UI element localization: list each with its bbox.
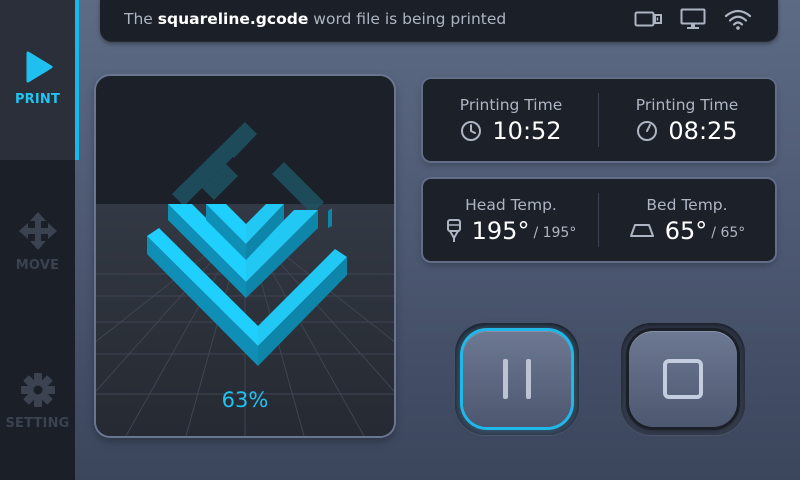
remaining-time-value: 08:25 — [668, 117, 738, 145]
time-card: Printing Time 10:52 Printing Time 08:25 — [423, 79, 775, 161]
elapsed-time-value: 10:52 — [492, 117, 562, 145]
stop-button[interactable] — [621, 323, 745, 435]
head-temp-target: / 195° — [533, 225, 577, 241]
nav-setting-label: SETTING — [5, 416, 70, 431]
remaining-time: Printing Time 08:25 — [599, 79, 775, 161]
nav-move[interactable]: MOVE — [0, 160, 75, 320]
status-prefix: The — [124, 10, 153, 28]
head-temp-value: 195° — [471, 217, 530, 245]
print-preview: 63% — [96, 76, 394, 436]
clock-remaining-icon — [637, 121, 658, 141]
bed-temp-target: / 65° — [711, 225, 746, 241]
status-message: The squareline.gcode word file is being … — [124, 10, 506, 28]
pause-button[interactable] — [455, 323, 579, 435]
elapsed-time: Printing Time 10:52 — [423, 79, 599, 161]
nav-print[interactable]: PRINT — [0, 0, 75, 160]
remaining-time-title: Printing Time — [635, 96, 739, 114]
elapsed-time-title: Printing Time — [459, 96, 563, 114]
head-temp-title: Head Temp. — [465, 196, 557, 214]
sidebar: PRINT MOVE SETTING — [0, 0, 75, 480]
stop-icon — [663, 359, 703, 399]
pause-icon — [503, 359, 531, 399]
nozzle-icon — [446, 219, 461, 242]
bed-icon — [629, 224, 654, 237]
squareline-logo-model — [147, 122, 347, 366]
clock-icon — [461, 121, 482, 141]
bed-temp-title: Bed Temp. — [646, 196, 728, 214]
status-filename: squareline.gcode — [157, 10, 309, 28]
active-indicator — [75, 0, 79, 160]
progress-percent: 63% — [221, 388, 269, 412]
nav-move-label: MOVE — [15, 258, 60, 273]
nav-setting[interactable]: SETTING — [0, 320, 75, 480]
status-bar: The squareline.gcode word file is being … — [100, 0, 778, 42]
head-temp: Head Temp. 195° / 195° — [423, 179, 599, 261]
play-icon — [26, 51, 52, 83]
monitor-icon[interactable] — [680, 8, 706, 30]
bed-temp-value: 65° — [664, 217, 708, 245]
status-suffix: word file is being printed — [313, 10, 507, 28]
wifi-icon[interactable] — [724, 8, 752, 30]
move-arrows-icon — [18, 212, 57, 250]
temperature-card: Head Temp. 195° / 195° Bed Temp. 65° / 6… — [423, 179, 775, 261]
sd-card-icon[interactable] — [634, 10, 662, 28]
status-icons — [634, 8, 752, 30]
bed-temp: Bed Temp. 65° / 65° — [599, 179, 775, 261]
nav-print-label: PRINT — [14, 92, 61, 107]
gear-icon — [20, 373, 55, 407]
